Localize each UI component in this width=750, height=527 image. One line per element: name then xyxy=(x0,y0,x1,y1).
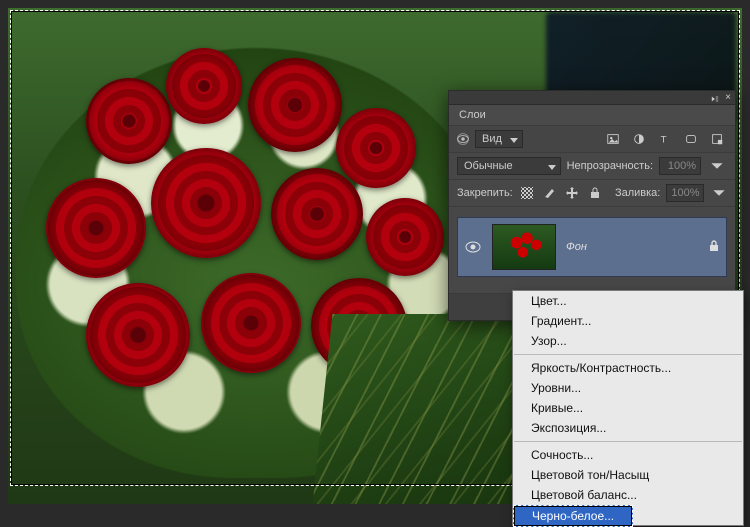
panel-close-icon[interactable]: × xyxy=(725,92,731,103)
menu-item-gradient[interactable]: Градиент... xyxy=(513,311,743,331)
image-icon[interactable] xyxy=(603,130,623,148)
rose xyxy=(366,198,444,276)
filter-row: Вид T xyxy=(449,125,735,152)
lock-transparency-icon[interactable] xyxy=(519,184,536,202)
rose xyxy=(151,148,261,258)
adjustments-icon[interactable] xyxy=(629,130,649,148)
menu-item-color[interactable]: Цвет... xyxy=(513,291,743,311)
shape-icon[interactable] xyxy=(681,130,701,148)
filter-kind-dropdown[interactable]: Вид xyxy=(475,130,523,148)
menu-item-pattern[interactable]: Узор... xyxy=(513,331,743,351)
menu-item-brightness-contrast[interactable]: Яркость/Контрастность... xyxy=(513,358,743,378)
lock-icon xyxy=(708,239,720,256)
menu-separator xyxy=(514,354,742,355)
lock-all-icon[interactable] xyxy=(586,184,603,202)
rose xyxy=(271,168,363,260)
rose xyxy=(86,78,172,164)
fill-label: Заливка: xyxy=(615,187,660,199)
layer-thumbnail[interactable] xyxy=(492,224,556,270)
chevron-down-icon[interactable] xyxy=(710,184,727,202)
rose xyxy=(336,108,416,188)
layers-list: Фон xyxy=(449,206,735,293)
opacity-label: Непрозрачность: xyxy=(567,160,653,172)
rose xyxy=(46,178,146,278)
lock-label: Закрепить: xyxy=(457,187,513,199)
fill-field[interactable]: 100% xyxy=(666,184,704,202)
visibility-toggle[interactable] xyxy=(464,241,482,253)
menu-item-exposure[interactable]: Экспозиция... xyxy=(513,418,743,438)
menu-item-levels[interactable]: Уровни... xyxy=(513,378,743,398)
filter-eye-icon[interactable] xyxy=(457,133,469,145)
panel-menu-icon[interactable] xyxy=(711,94,719,102)
menu-item-vibrance[interactable]: Сочность... xyxy=(513,445,743,465)
menu-item-hue-sat[interactable]: Цветовой тон/Насыщ xyxy=(513,465,743,485)
layers-panel: × Слои Вид T Обычные Непрозрачность: 100… xyxy=(448,90,736,321)
adjustment-context-menu: Цвет... Градиент... Узор... Яркость/Конт… xyxy=(512,290,744,526)
chevron-down-icon[interactable] xyxy=(707,157,727,175)
rose xyxy=(166,48,242,124)
brush-icon[interactable] xyxy=(541,184,558,202)
panel-tabbar: × xyxy=(449,91,735,105)
menu-item-color-balance[interactable]: Цветовой баланс... xyxy=(513,485,743,505)
menu-item-photo-filter[interactable]: Фотофильтр... xyxy=(513,505,743,525)
smartobject-icon[interactable] xyxy=(707,130,727,148)
rose xyxy=(248,58,342,152)
blend-mode-dropdown[interactable]: Обычные xyxy=(457,157,561,175)
svg-text:T: T xyxy=(661,135,667,146)
panel-title: Слои xyxy=(449,105,735,125)
type-icon[interactable]: T xyxy=(655,130,675,148)
move-icon[interactable] xyxy=(564,184,581,202)
rose xyxy=(86,283,190,387)
opacity-field[interactable]: 100% xyxy=(659,157,701,175)
blend-row: Обычные Непрозрачность: 100% xyxy=(449,152,735,179)
menu-item-curves[interactable]: Кривые... xyxy=(513,398,743,418)
layer-row[interactable]: Фон xyxy=(457,217,727,277)
rose xyxy=(201,273,301,373)
menu-separator xyxy=(514,441,742,442)
lock-row: Закрепить: Заливка: 100% xyxy=(449,179,735,206)
layer-name[interactable]: Фон xyxy=(566,241,698,253)
